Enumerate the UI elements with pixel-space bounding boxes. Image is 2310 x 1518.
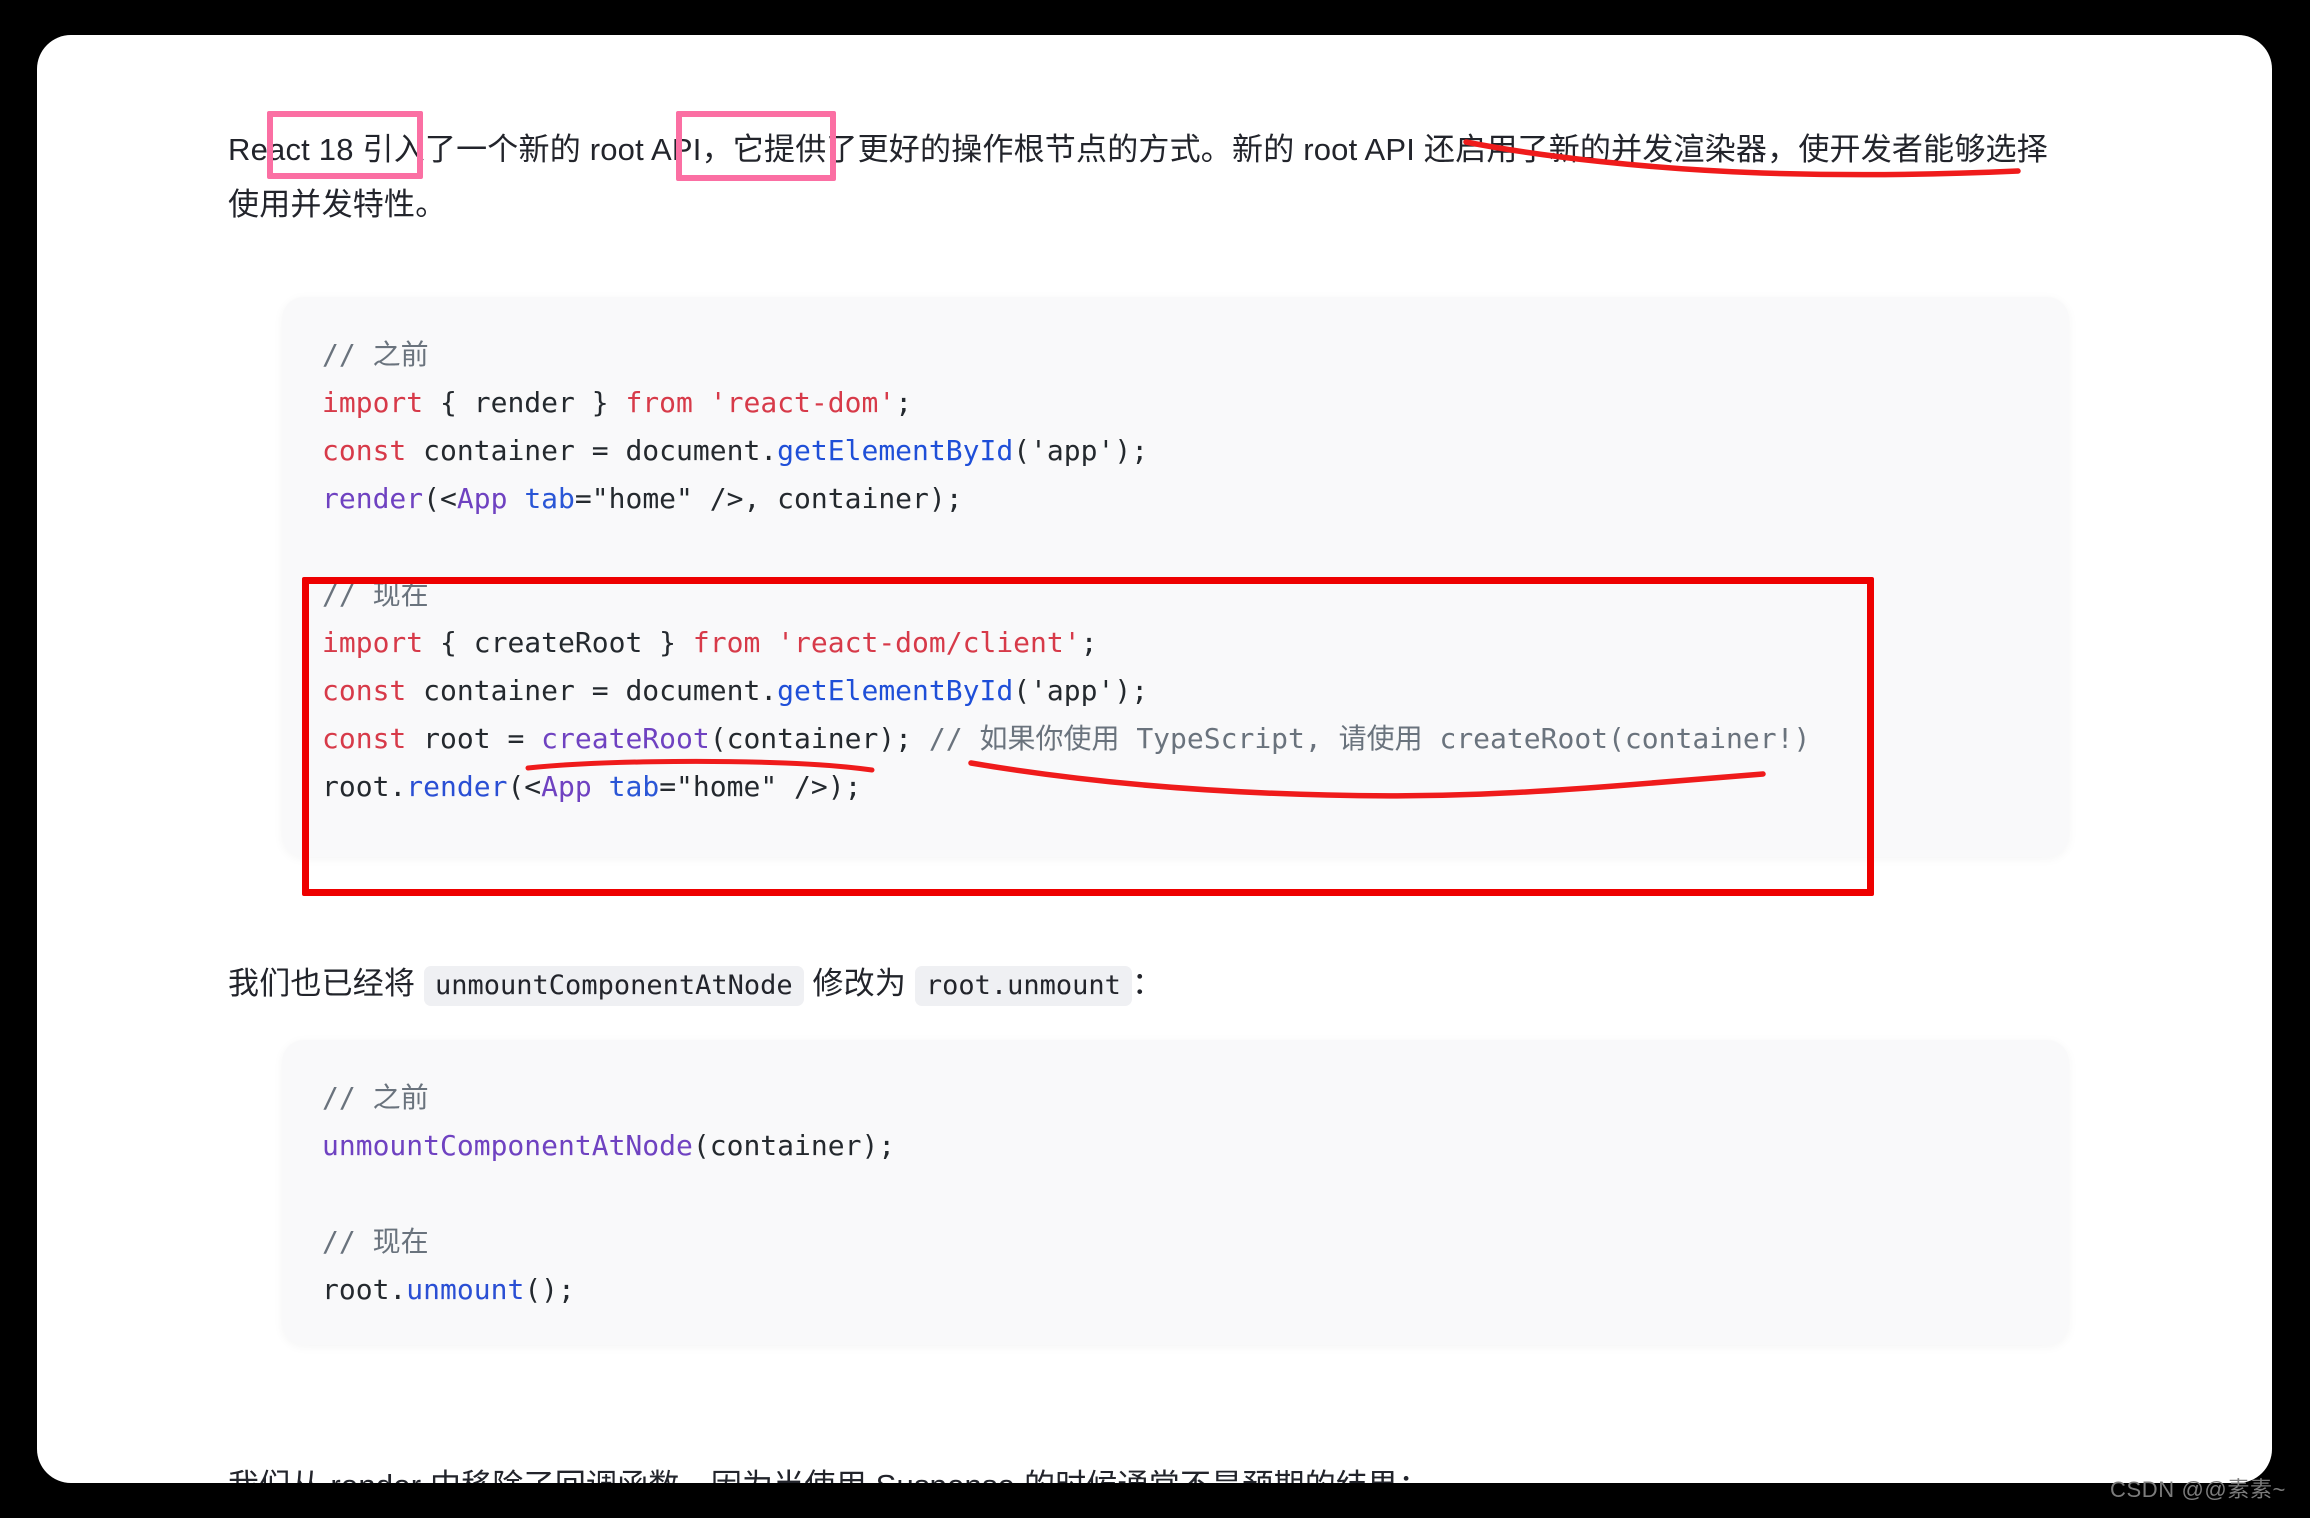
code-line bbox=[322, 1170, 2045, 1218]
code-token: ); bbox=[1114, 674, 1149, 707]
code-line: // 现在 bbox=[322, 571, 2045, 619]
code-line: import { render } from 'react-dom'; bbox=[322, 379, 2045, 427]
code-token: ); bbox=[1114, 434, 1149, 467]
code-token: import bbox=[322, 626, 424, 659]
code-token: from bbox=[625, 386, 693, 419]
code-token: ; bbox=[1080, 626, 1098, 659]
code-line: root.unmount(); bbox=[322, 1266, 2045, 1314]
article-content: React 18 引入了一个新的 root API，它提供了更好的操作根节点的方… bbox=[37, 35, 2272, 1483]
code-token: (< bbox=[507, 770, 542, 803]
code-token: 'app' bbox=[1030, 434, 1115, 467]
code-line: import { createRoot } from 'react-dom/cl… bbox=[322, 619, 2045, 667]
code-line: root.render(<App tab="home" />); bbox=[322, 763, 2045, 811]
intro-paragraph: React 18 引入了一个新的 root API，它提供了更好的操作根节点的方… bbox=[228, 122, 2053, 232]
code-token: { createRoot } bbox=[423, 626, 693, 659]
code-token: 'react-dom' bbox=[709, 386, 896, 419]
code-token: ( bbox=[1013, 674, 1031, 707]
code-block-before-after-root: // 之前 import { render } from 'react-dom';… bbox=[282, 297, 2069, 857]
code-token: ; bbox=[895, 386, 913, 419]
code-token: // 现在 bbox=[322, 1225, 429, 1258]
code-token: root = bbox=[406, 722, 542, 755]
callback-paragraph: 我们从 render 中移除了回调函数，因为当使用 Suspense 的时候通常… bbox=[228, 1458, 2053, 1483]
code-token: render bbox=[322, 482, 424, 515]
code-line: // 之前 bbox=[322, 1074, 2045, 1122]
unmount-text-b: 修改为 bbox=[803, 966, 915, 1001]
csdn-watermark: CSDN @@素素~ bbox=[2110, 1477, 2286, 1502]
unmount-text-a: 我们也已经将 bbox=[228, 966, 425, 1001]
code-token: tab bbox=[524, 482, 575, 515]
code-token: import bbox=[322, 386, 424, 419]
unmount-text-c: ： bbox=[1131, 966, 1164, 1001]
code-line: const container = document.getElementByI… bbox=[322, 427, 2045, 475]
code-token: // 现在 bbox=[322, 578, 429, 611]
code-block-1-body: // 之前 import { render } from 'react-dom';… bbox=[322, 331, 2045, 811]
article-sheet: React 18 引入了一个新的 root API，它提供了更好的操作根节点的方… bbox=[37, 35, 2272, 1483]
code-token: // 之前 bbox=[322, 338, 429, 371]
code-token: createRoot bbox=[541, 722, 710, 755]
code-token: { render } bbox=[423, 386, 626, 419]
intro-rootapi-text: root API bbox=[589, 132, 702, 167]
code-line bbox=[322, 523, 2045, 571]
inline-code-unmountcomponentatnode: unmountComponentAtNode bbox=[424, 966, 804, 1006]
code-token: 'react-dom/client' bbox=[777, 626, 1081, 659]
unmount-paragraph: 我们也已经将 unmountComponentAtNode 修改为 root.u… bbox=[228, 956, 2053, 1013]
code-token: App bbox=[541, 770, 592, 803]
code-token: unmountComponentAtNode bbox=[322, 1129, 693, 1162]
code-line: const container = document.getElementByI… bbox=[322, 667, 2045, 715]
code-block-unmount: // 之前 unmountComponentAtNode(container); … bbox=[282, 1040, 2069, 1345]
code-token: const bbox=[322, 674, 407, 707]
code-token: container = document. bbox=[406, 434, 778, 467]
code-token: unmount bbox=[406, 1273, 525, 1306]
code-token: render bbox=[406, 770, 508, 803]
inline-code-root-unmount: root.unmount bbox=[914, 966, 1132, 1006]
code-token: (< bbox=[423, 482, 457, 515]
code-line: // 现在 bbox=[322, 1218, 2045, 1266]
code-token: ="home" />, container); bbox=[574, 482, 963, 515]
code-token: const bbox=[322, 722, 407, 755]
code-line: unmountComponentAtNode(container); bbox=[322, 1122, 2045, 1170]
code-token: 'app' bbox=[1030, 674, 1115, 707]
code-token: root. bbox=[322, 770, 407, 803]
code-token: (container); bbox=[692, 1129, 896, 1162]
code-token: tab bbox=[608, 770, 660, 803]
code-token: ( bbox=[1013, 434, 1031, 467]
code-token: container = document. bbox=[406, 674, 778, 707]
code-token: getElementById bbox=[777, 674, 1014, 707]
code-line: // 之前 bbox=[322, 331, 2045, 379]
code-line: const root = createRoot(container); // 如… bbox=[322, 715, 2045, 763]
code-token: // 之前 bbox=[322, 1081, 429, 1114]
code-token: root. bbox=[322, 1273, 407, 1306]
code-token: (container); bbox=[709, 722, 929, 755]
intro-react18-text: React 18 bbox=[228, 132, 354, 167]
code-block-2-body: // 之前 unmountComponentAtNode(container); … bbox=[322, 1074, 2045, 1314]
code-token: (); bbox=[524, 1273, 575, 1306]
code-token: // 如果你使用 TypeScript, 请使用 createRoot(cont… bbox=[928, 722, 1811, 755]
intro-text-a: 引入了一个新的 bbox=[353, 132, 590, 167]
code-token: getElementById bbox=[777, 434, 1014, 467]
screenshot-root: React 18 引入了一个新的 root API，它提供了更好的操作根节点的方… bbox=[0, 0, 2310, 1518]
code-token: App bbox=[456, 482, 508, 515]
code-token: from bbox=[692, 626, 761, 659]
code-token: ="home" />); bbox=[659, 770, 862, 803]
code-line: render(<App tab="home" />, container); bbox=[322, 475, 2045, 523]
code-token: const bbox=[322, 434, 407, 467]
